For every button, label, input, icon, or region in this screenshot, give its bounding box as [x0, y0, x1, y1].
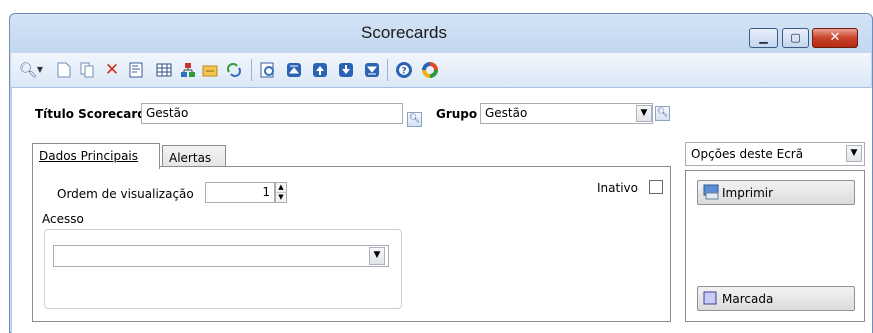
properties-icon[interactable]: [127, 61, 145, 79]
minimize-button[interactable]: ▁: [749, 28, 778, 48]
marcada-button[interactable]: Marcada: [697, 286, 855, 311]
scorecards-window: Scorecards ▁ ▢ ✕ 🔍︎ ▼ ✕ ? Título Scoreca…: [0, 0, 873, 333]
copy-document-icon[interactable]: [79, 61, 97, 79]
titulo-label: Título Scorecard: [35, 107, 146, 121]
move-up-icon[interactable]: [311, 61, 329, 79]
titulo-lookup-icon[interactable]: 🔍︎: [407, 112, 422, 127]
ordem-label: Ordem de visualização: [57, 187, 194, 201]
imprimir-button[interactable]: Imprimir: [697, 180, 855, 205]
stepper-up-icon[interactable]: ▲: [276, 183, 286, 193]
tab-dados-principais[interactable]: Dados Principais: [32, 143, 160, 169]
close-icon: ✕: [829, 30, 841, 45]
hierarchy-icon[interactable]: [179, 61, 197, 79]
minimize-icon: ▁: [759, 31, 768, 44]
imprimir-label: Imprimir: [722, 186, 774, 200]
delete-icon[interactable]: ✕: [103, 61, 121, 79]
dropdown-arrow-icon[interactable]: ▼: [35, 61, 45, 79]
window-left-edge: [0, 0, 9, 333]
stepper-down-icon[interactable]: ▼: [276, 193, 286, 202]
acesso-label: Acesso: [42, 212, 84, 226]
move-down-icon[interactable]: [337, 61, 355, 79]
grupo-label: Grupo: [436, 107, 478, 121]
options-icon[interactable]: [421, 61, 439, 79]
preview-icon[interactable]: [259, 61, 277, 79]
grupo-lookup-icon[interactable]: 🔍︎: [655, 106, 670, 121]
titulo-input[interactable]: Gestão: [141, 103, 403, 124]
marker-icon: [702, 290, 718, 306]
inativo-label: Inativo: [597, 181, 638, 195]
svg-text:?: ?: [401, 67, 406, 77]
options-combo[interactable]: Opções deste Ecrã ▼: [685, 142, 865, 166]
tab-dados-principais-label: Dados Principais: [39, 149, 139, 163]
acesso-select[interactable]: [53, 245, 389, 267]
inativo-checkbox[interactable]: [649, 180, 663, 194]
new-document-icon[interactable]: [55, 61, 73, 79]
grid-icon[interactable]: [155, 61, 173, 79]
ordem-stepper[interactable]: ▲ ▼: [275, 182, 287, 203]
help-icon[interactable]: ?: [395, 61, 413, 79]
marcada-label: Marcada: [722, 292, 774, 306]
printer-icon: [702, 184, 719, 200]
tab-alertas[interactable]: Alertas: [162, 145, 226, 167]
toolbar: 🔍︎ ▼ ✕ ?: [11, 53, 871, 88]
options-chevron-down-icon[interactable]: ▼: [846, 145, 862, 162]
maximize-icon: ▢: [790, 31, 801, 44]
toolbar-separator: [387, 59, 388, 81]
title-bar[interactable]: Scorecards ▁ ▢ ✕: [9, 13, 873, 51]
options-combo-label: Opções deste Ecrã: [691, 147, 804, 161]
ordem-input[interactable]: 1: [205, 182, 275, 203]
grupo-chevron-down-icon[interactable]: ▼: [636, 105, 652, 122]
export-icon[interactable]: [201, 61, 219, 79]
acesso-group: [44, 229, 402, 309]
acesso-chevron-down-icon[interactable]: ▼: [369, 247, 385, 265]
refresh-icon[interactable]: [225, 61, 243, 79]
toolbar-separator: [251, 59, 252, 81]
grupo-combo[interactable]: Gestão: [480, 103, 653, 124]
tab-alertas-label: Alertas: [169, 151, 212, 165]
close-button[interactable]: ✕: [812, 28, 858, 48]
window-title: Scorecards: [361, 23, 447, 42]
move-first-icon[interactable]: [285, 61, 303, 79]
maximize-button[interactable]: ▢: [782, 28, 809, 48]
move-last-icon[interactable]: [363, 61, 381, 79]
